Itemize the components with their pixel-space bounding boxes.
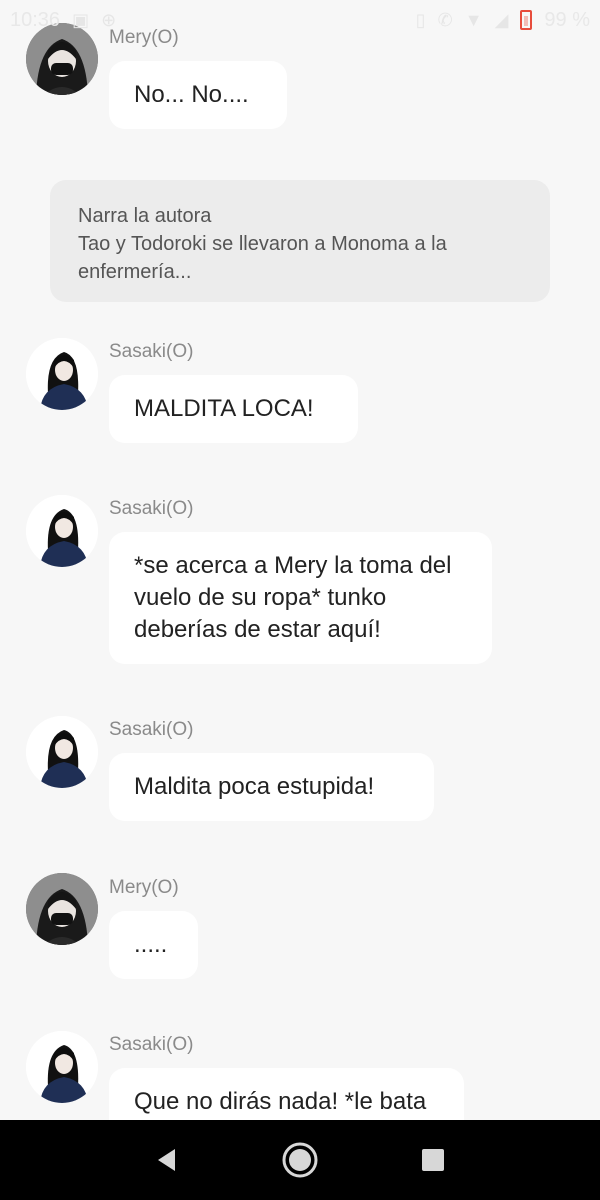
status-bar: 10:36 ▣ ⊕ ▯ ✆ ▼ ◢ 99 %: [0, 0, 600, 40]
message-bubble[interactable]: MALDITA LOCA!: [109, 375, 358, 443]
sender-name: Sasaki(O): [109, 341, 194, 362]
mery-avatar-icon: [26, 873, 98, 945]
message-bubble[interactable]: Que no dirás nada! *le bata: [109, 1068, 464, 1120]
message-bubble[interactable]: Maldita poca estupida!: [109, 753, 434, 821]
recents-icon: [422, 1149, 445, 1171]
avatar[interactable]: [26, 873, 98, 945]
image-icon: ▣: [72, 9, 90, 30]
sasaki-avatar-icon: [26, 495, 98, 567]
sender-name: Sasaki(O): [109, 1034, 194, 1055]
battery-percent: 99 %: [544, 8, 590, 31]
avatar[interactable]: [26, 338, 98, 410]
sender-name: Mery(O): [109, 877, 179, 898]
home-button[interactable]: [270, 1130, 330, 1190]
navigation-bar: [0, 1120, 600, 1200]
avatar[interactable]: [26, 1031, 98, 1103]
chat-area[interactable]: Mery(O) No... No.... Narra la autora Tao…: [0, 0, 600, 1120]
avatar[interactable]: [26, 716, 98, 788]
home-icon: [282, 1142, 318, 1178]
wifi-icon: ▼: [464, 9, 483, 30]
vibrate-icon: ▯: [415, 9, 426, 30]
sasaki-avatar-icon: [26, 338, 98, 410]
sender-name: Sasaki(O): [109, 498, 194, 519]
status-time: 10:36: [10, 8, 61, 31]
avatar[interactable]: [26, 495, 98, 567]
phone-icon: ✆: [437, 9, 453, 30]
sasaki-avatar-icon: [26, 1031, 98, 1103]
globe-icon: ⊕: [101, 9, 117, 30]
back-icon: [157, 1149, 175, 1171]
signal-icon: ◢: [494, 9, 509, 30]
back-button[interactable]: [137, 1130, 197, 1190]
message-bubble[interactable]: *se acerca a Mery la toma del vuelo de s…: [109, 532, 492, 664]
sasaki-avatar-icon: [26, 716, 98, 788]
narration-box: Narra la autora Tao y Todoroki se llevar…: [50, 180, 550, 302]
narration-text: Tao y Todoroki se llevaron a Monoma a la…: [78, 233, 447, 283]
message-bubble[interactable]: No... No....: [109, 61, 287, 129]
battery-icon: [520, 10, 533, 30]
sender-name: Sasaki(O): [109, 719, 194, 740]
message-bubble[interactable]: .....: [109, 911, 198, 979]
narration-title: Narra la autora: [78, 205, 212, 227]
recents-button[interactable]: [403, 1130, 463, 1190]
